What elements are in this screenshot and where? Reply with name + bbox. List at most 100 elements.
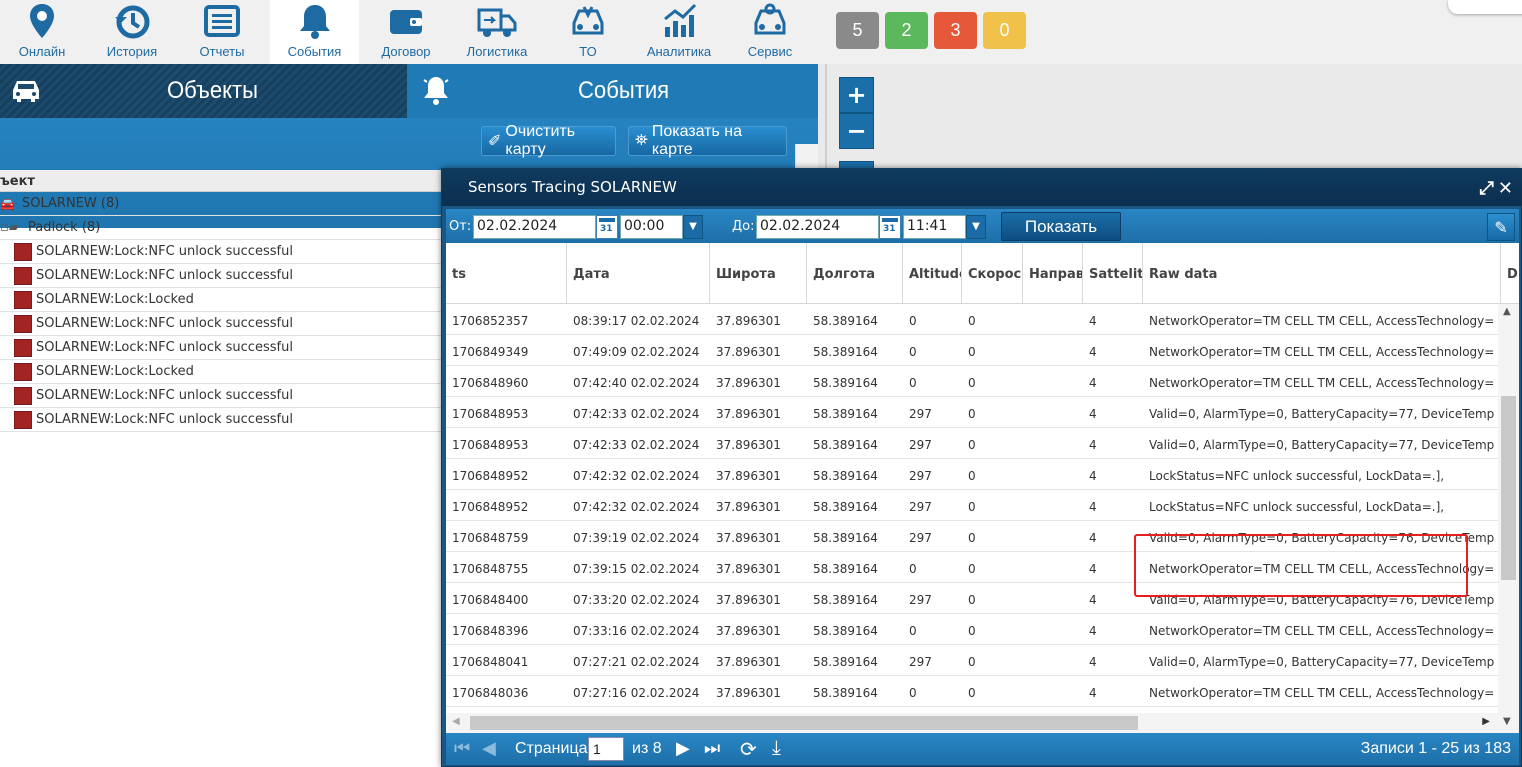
scroll-left-icon[interactable]: ◀ — [452, 716, 460, 727]
nav-contract[interactable]: Договор — [364, 0, 448, 64]
tree-row-event[interactable]: SOLARNEW:Lock:Locked — [0, 360, 445, 384]
cell-satellites: 4 — [1089, 624, 1097, 638]
cell-ts: 1706848759 — [452, 531, 529, 545]
table-row[interactable]: 1706848952 07:42:32 02.02.2024 37.896301 58… — [446, 459, 1498, 490]
event-status-icon — [14, 338, 32, 357]
table-row[interactable]: 1706848036 07:27:16 02.02.2024 37.896301 58… — [446, 676, 1498, 707]
tab-events[interactable]: События — [407, 64, 818, 118]
col-satellites[interactable]: Sattelit — [1083, 243, 1143, 304]
cell-raw-data: NetworkOperator=TM CELL TM CELL, AccessT… — [1149, 345, 1494, 359]
from-date-input[interactable]: 02.02.2024 — [473, 215, 596, 239]
clear-filter-button[interactable]: ✎ — [1487, 213, 1515, 241]
nav-events[interactable]: События — [270, 0, 359, 64]
tree-row-event[interactable]: SOLARNEW:Lock:NFC unlock successful — [0, 264, 445, 288]
from-time-dropdown[interactable]: ▼ — [683, 215, 703, 239]
clear-map-button[interactable]: ✐ Очистить карту — [481, 123, 616, 158]
nav-analytics-label: Аналитика — [646, 44, 712, 59]
page-input[interactable]: 1 — [588, 737, 624, 761]
cell-raw-data: NetworkOperator=TM CELL TM CELL, AccessT… — [1149, 624, 1494, 638]
show-on-map-button[interactable]: ⛯ Показать на карте — [628, 123, 787, 158]
table-row[interactable]: 1706848396 07:33:16 02.02.2024 37.896301 58… — [446, 614, 1498, 645]
status-badge-green[interactable]: 2 — [885, 12, 928, 49]
dialog-titlebar[interactable]: Sensors Tracing SOLARNEW ⤢ ✕ — [442, 169, 1522, 206]
horizontal-scroll-thumb[interactable] — [470, 716, 1138, 730]
prev-page-icon[interactable]: ◀ — [482, 738, 496, 759]
col-direction[interactable]: Направ — [1023, 243, 1083, 304]
col-latitude[interactable]: Широта — [710, 243, 807, 304]
last-page-icon[interactable]: ⏭ — [704, 738, 720, 759]
refresh-icon[interactable]: ⟳ — [740, 737, 757, 762]
cell-date: 07:39:19 02.02.2024 — [573, 531, 700, 545]
status-badge-red[interactable]: 3 — [934, 12, 977, 49]
nav-maintenance[interactable]: ТО — [546, 0, 630, 64]
tree-row-event[interactable]: SOLARNEW:Lock:NFC unlock successful — [0, 312, 445, 336]
col-ts[interactable]: ts — [446, 243, 567, 304]
col-longitude[interactable]: Долгота — [807, 243, 903, 304]
to-calendar-icon[interactable]: 31 — [879, 215, 901, 239]
tree-row-event[interactable]: SOLARNEW:Lock:NFC unlock successful — [0, 240, 445, 264]
cell-latitude: 37.896301 — [716, 438, 781, 452]
grid-vertical-scrollbar[interactable]: ▲ ▼ — [1498, 304, 1519, 733]
nav-online[interactable]: Онлайн — [0, 0, 84, 64]
calendar-day: 31 — [600, 224, 613, 234]
cell-longitude: 58.389164 — [813, 345, 878, 359]
cell-speed: 0 — [968, 407, 976, 421]
nav-history[interactable]: История — [90, 0, 174, 64]
col-altitude[interactable]: Altitude — [903, 243, 962, 304]
tree-row-event[interactable]: SOLARNEW:Lock:NFC unlock successful — [0, 336, 445, 360]
tab-objects[interactable]: Объекты — [0, 64, 407, 118]
nav-analytics[interactable]: Аналитика — [636, 0, 722, 64]
brush-icon: ✐ — [488, 133, 502, 150]
cell-raw-data: NetworkOperator=TM CELL TM CELL, AccessT… — [1149, 314, 1494, 328]
scroll-down-icon[interactable]: ▼ — [1503, 716, 1511, 727]
tree-label: SOLARNEW (8) — [22, 196, 120, 211]
table-row[interactable]: 1706848953 07:42:33 02.02.2024 37.896301 58… — [446, 428, 1498, 459]
table-row[interactable]: 1706849349 07:49:09 02.02.2024 37.896301 58… — [446, 335, 1498, 366]
col-raw-data[interactable]: Raw data — [1143, 243, 1501, 304]
tree-row-folder[interactable]: ▫▰ Padlock (8) — [0, 216, 445, 240]
grid-horizontal-scrollbar[interactable]: ◀ ▶ — [446, 713, 1498, 733]
status-badge-yellow[interactable]: 0 — [983, 12, 1026, 49]
table-row[interactable]: 1706848953 07:42:33 02.02.2024 37.896301 58… — [446, 397, 1498, 428]
nav-service[interactable]: Сервис — [728, 0, 812, 64]
nav-logistics[interactable]: Логистика — [452, 0, 542, 64]
download-icon[interactable]: ⤓ — [772, 737, 781, 760]
col-d[interactable]: D — [1501, 243, 1519, 304]
bell-icon — [423, 77, 449, 105]
to-time-input[interactable]: 11:41 — [903, 215, 966, 239]
cell-satellites: 4 — [1089, 531, 1097, 545]
col-date[interactable]: Дата — [567, 243, 710, 304]
nav-reports[interactable]: Отчеты — [180, 0, 264, 64]
col-speed[interactable]: Скорос — [962, 243, 1023, 304]
zoom-out-button[interactable]: − — [839, 113, 874, 149]
next-page-icon[interactable]: ▶ — [676, 738, 690, 759]
cell-latitude: 37.896301 — [716, 686, 781, 700]
tree-row-event[interactable]: SOLARNEW:Lock:NFC unlock successful — [0, 384, 445, 408]
table-row[interactable]: 1706848041 07:27:21 02.02.2024 37.896301 58… — [446, 645, 1498, 676]
zoom-in-button[interactable]: + — [839, 77, 874, 113]
from-time-input[interactable]: 00:00 — [620, 215, 683, 239]
table-row[interactable]: 1706852357 08:39:17 02.02.2024 37.896301 58… — [446, 304, 1498, 335]
cell-date: 07:42:40 02.02.2024 — [573, 376, 700, 390]
from-calendar-icon[interactable]: 31 — [596, 215, 618, 239]
tree-row-event[interactable]: SOLARNEW:Lock:Locked — [0, 288, 445, 312]
scroll-right-icon[interactable]: ▶ — [1482, 716, 1490, 727]
scroll-up-icon[interactable]: ▲ — [1503, 306, 1511, 317]
maximize-icon[interactable]: ⤢ — [1480, 178, 1494, 199]
tree-row-event[interactable]: SOLARNEW:Lock:NFC unlock successful — [0, 408, 445, 432]
to-time-dropdown[interactable]: ▼ — [966, 215, 986, 239]
show-button[interactable]: Показать — [1001, 212, 1121, 241]
close-icon[interactable]: ✕ — [1498, 178, 1513, 199]
first-page-icon[interactable]: ⏮ — [454, 738, 470, 759]
vertical-scroll-thumb[interactable] — [1501, 396, 1516, 580]
table-row[interactable]: 1706848952 07:42:32 02.02.2024 37.896301 58… — [446, 490, 1498, 521]
cell-longitude: 58.389164 — [813, 624, 878, 638]
table-row[interactable]: 1706848960 07:42:40 02.02.2024 37.896301 58… — [446, 366, 1498, 397]
status-badge-gray[interactable]: 5 — [836, 12, 879, 49]
cell-latitude: 37.896301 — [716, 407, 781, 421]
cell-ts: 1706848952 — [452, 500, 529, 514]
tree-row-vehicle[interactable]: 🚘 SOLARNEW (8) — [0, 192, 445, 216]
cell-ts: 1706848755 — [452, 562, 529, 576]
cell-raw-data: Valid=0, AlarmType=0, BatteryCapacity=77… — [1149, 655, 1494, 669]
to-date-input[interactable]: 02.02.2024 — [756, 215, 879, 239]
